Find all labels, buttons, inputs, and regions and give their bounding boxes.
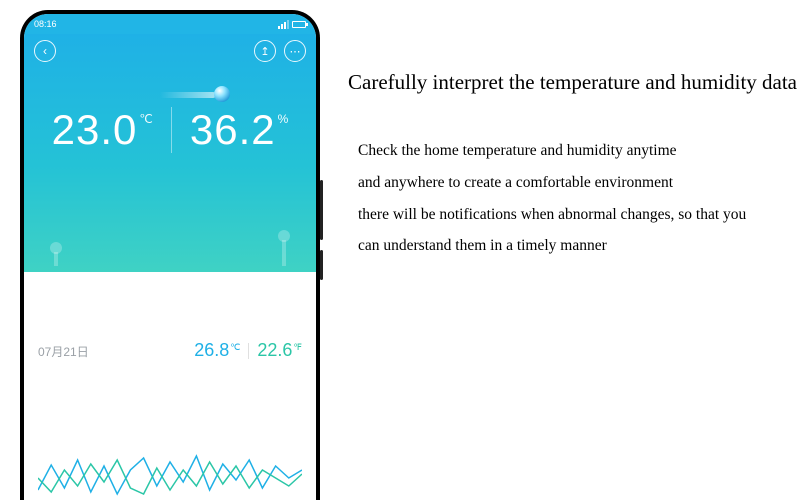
battery-icon	[292, 21, 306, 28]
divider-icon	[171, 107, 172, 153]
divider-icon	[248, 343, 249, 359]
comet-decoration-icon	[160, 92, 230, 98]
history-temp-unit: ℃	[230, 342, 240, 353]
stage: 08:16 ‹ ↥ ⋯	[0, 0, 800, 500]
status-icons	[278, 20, 306, 29]
phone-frame: 08:16 ‹ ↥ ⋯	[20, 10, 320, 500]
history-hum: 22.6 ℉	[257, 340, 302, 361]
sparkline-svg	[38, 440, 302, 500]
history-panel: 07月21日 26.8 ℃ 22.6 ℉	[24, 332, 316, 500]
tree-decoration-icon	[282, 240, 286, 266]
humidity-unit: %	[278, 112, 289, 126]
chevron-left-icon: ‹	[43, 44, 47, 58]
history-hum-unit: ℉	[293, 342, 302, 353]
body-line: can understand them in a timely manner	[358, 230, 797, 262]
temperature-reading: 23.0 ℃	[52, 106, 153, 154]
body-line: there will be notifications when abnorma…	[358, 199, 797, 231]
history-temp-value: 26.8	[194, 340, 229, 361]
phone-screen: 08:16 ‹ ↥ ⋯	[24, 14, 316, 500]
status-bar: 08:16	[24, 14, 316, 34]
history-hum-value: 22.6	[257, 340, 292, 361]
temperature-value: 23.0	[52, 106, 138, 154]
history-date: 07月21日	[38, 343, 89, 360]
status-time: 08:16	[34, 19, 57, 29]
history-sparkline	[38, 365, 302, 500]
power-button-icon	[320, 250, 323, 280]
history-temp: 26.8 ℃	[194, 340, 240, 361]
body-line: Check the home temperature and humidity …	[358, 135, 797, 167]
humidity-value: 36.2	[190, 106, 276, 154]
headline: Carefully interpret the temperature and …	[348, 70, 797, 95]
mid-strip	[24, 272, 316, 332]
ellipsis-icon: ⋯	[290, 45, 301, 58]
primary-readings: 23.0 ℃ 36.2 %	[24, 106, 316, 154]
share-button[interactable]: ↥	[254, 40, 276, 62]
marketing-copy: Carefully interpret the temperature and …	[320, 0, 800, 500]
nav-row: ‹ ↥ ⋯	[24, 34, 316, 68]
volume-button-icon	[320, 180, 323, 240]
signal-icon	[278, 20, 289, 29]
more-button[interactable]: ⋯	[284, 40, 306, 62]
humidity-reading: 36.2 %	[190, 106, 288, 154]
share-icon: ↥	[260, 45, 269, 58]
history-header: 07月21日 26.8 ℃ 22.6 ℉	[38, 340, 302, 361]
body-text: Check the home temperature and humidity …	[348, 135, 797, 262]
temperature-unit: ℃	[139, 112, 152, 126]
body-line: and anywhere to create a comfortable env…	[358, 167, 797, 199]
tree-decoration-icon	[54, 252, 58, 266]
phone-mockup: 08:16 ‹ ↥ ⋯	[0, 0, 320, 500]
back-button[interactable]: ‹	[34, 40, 56, 62]
hero-panel: ‹ ↥ ⋯ 23.0 ℃	[24, 34, 316, 272]
